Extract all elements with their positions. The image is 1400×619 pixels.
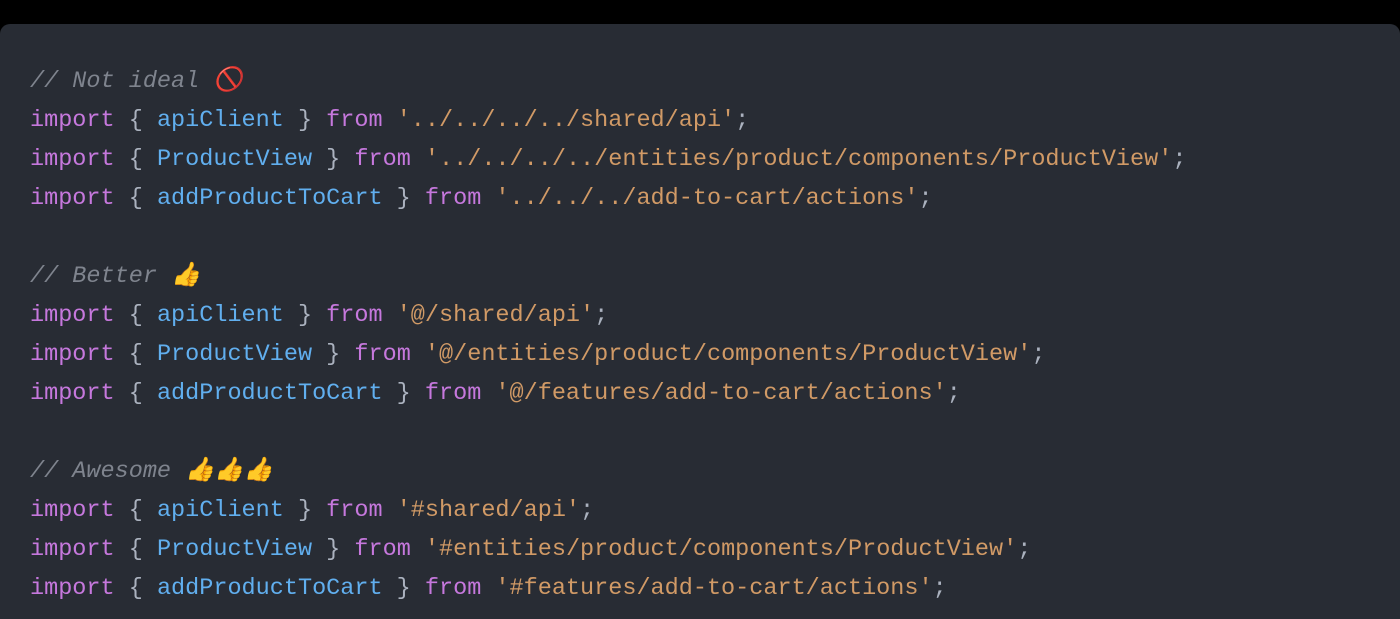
- import-path: '../../../../shared/api': [397, 107, 735, 134]
- import-identifier: addProductToCart: [157, 575, 383, 602]
- import-path: '../../../add-to-cart/actions': [495, 185, 918, 212]
- keyword-from: from: [425, 575, 481, 602]
- keyword-from: from: [354, 341, 410, 368]
- import-path: '#features/add-to-cart/actions': [495, 575, 932, 602]
- keyword-from: from: [425, 185, 481, 212]
- import-identifier: apiClient: [157, 497, 284, 524]
- import-identifier: apiClient: [157, 107, 284, 134]
- code-comment: // Awesome 👍👍👍: [30, 458, 273, 485]
- import-path: '@/shared/api': [397, 302, 594, 329]
- import-identifier: addProductToCart: [157, 185, 383, 212]
- keyword-import: import: [30, 146, 115, 173]
- code-block: // Not ideal 🚫 import { apiClient } from…: [0, 24, 1400, 619]
- keyword-from: from: [326, 302, 382, 329]
- import-identifier: ProductView: [157, 146, 312, 173]
- import-path: '#shared/api': [397, 497, 580, 524]
- import-identifier: apiClient: [157, 302, 284, 329]
- import-path: '@/entities/product/components/ProductVi…: [425, 341, 1031, 368]
- keyword-import: import: [30, 380, 115, 407]
- keyword-import: import: [30, 302, 115, 329]
- keyword-import: import: [30, 575, 115, 602]
- keyword-import: import: [30, 536, 115, 563]
- keyword-import: import: [30, 497, 115, 524]
- keyword-from: from: [354, 536, 410, 563]
- keyword-from: from: [326, 497, 382, 524]
- keyword-import: import: [30, 341, 115, 368]
- keyword-import: import: [30, 107, 115, 134]
- keyword-from: from: [354, 146, 410, 173]
- code-comment: // Not ideal 🚫: [30, 68, 243, 95]
- import-identifier: ProductView: [157, 536, 312, 563]
- import-path: '@/features/add-to-cart/actions': [495, 380, 946, 407]
- code-comment: // Better 👍: [30, 263, 200, 290]
- import-identifier: addProductToCart: [157, 380, 383, 407]
- keyword-import: import: [30, 185, 115, 212]
- import-path: '../../../../entities/product/components…: [425, 146, 1172, 173]
- import-path: '#entities/product/components/ProductVie…: [425, 536, 1017, 563]
- import-identifier: ProductView: [157, 341, 312, 368]
- keyword-from: from: [425, 380, 481, 407]
- keyword-from: from: [326, 107, 382, 134]
